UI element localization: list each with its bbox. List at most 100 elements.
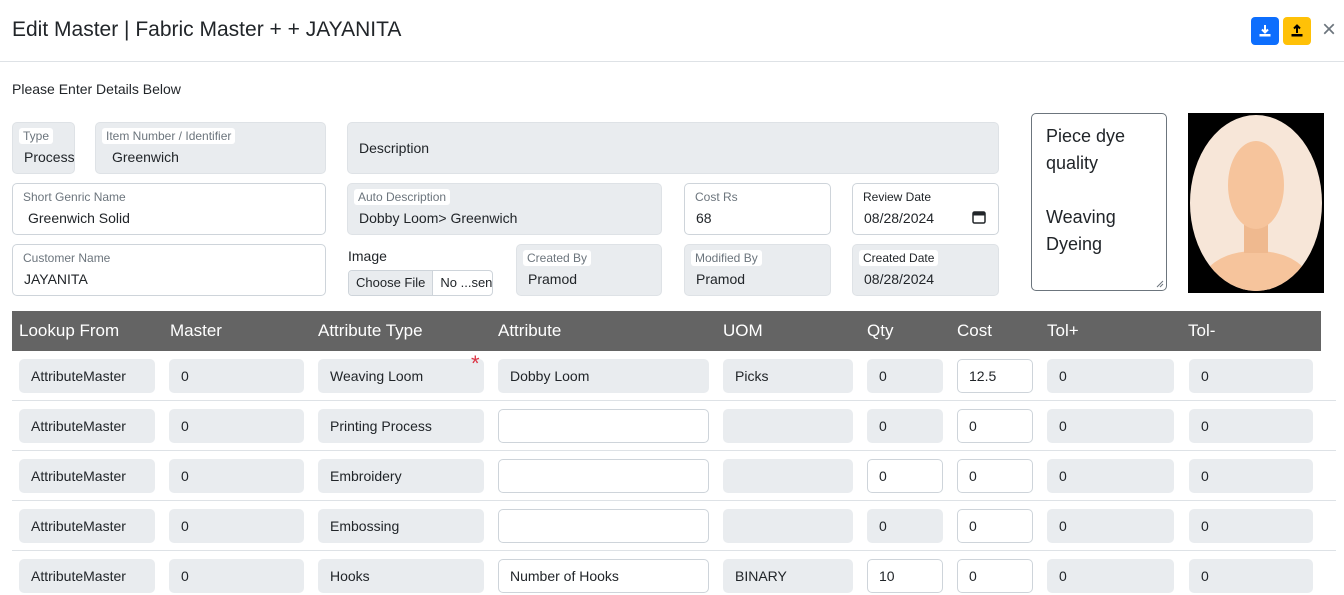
tol-plus-cell[interactable]: 0 bbox=[1047, 409, 1174, 443]
notes-line: Piece dye bbox=[1046, 126, 1126, 146]
tol-plus-cell[interactable]: 0 bbox=[1047, 509, 1174, 543]
table-row: AttributeMaster 0 Weaving Loom * Dobby L… bbox=[12, 351, 1336, 401]
image-file-input[interactable]: Choose File No ...sen bbox=[348, 270, 493, 296]
item-number-label: Item Number / Identifier bbox=[102, 128, 236, 144]
avatar-placeholder-icon bbox=[1190, 115, 1322, 291]
tol-minus-cell[interactable]: 0 bbox=[1189, 509, 1313, 543]
created-by-field[interactable]: Created By Pramod bbox=[516, 244, 662, 296]
uom-cell[interactable] bbox=[723, 409, 853, 443]
lookup-from-cell[interactable]: AttributeMaster bbox=[19, 509, 155, 543]
uom-cell[interactable] bbox=[723, 459, 853, 493]
attribute-type-cell[interactable]: Hooks bbox=[318, 559, 484, 593]
upload-button[interactable] bbox=[1283, 17, 1311, 45]
resize-handle-icon[interactable] bbox=[1155, 279, 1164, 288]
choose-file-button[interactable]: Choose File bbox=[349, 271, 434, 295]
customer-name-value: JAYANITA bbox=[24, 271, 88, 287]
notes-line bbox=[1046, 177, 1152, 204]
uom-cell[interactable]: Picks bbox=[723, 359, 853, 393]
master-cell[interactable]: 0 bbox=[169, 359, 304, 393]
created-date-field[interactable]: Created Date 08/28/2024 bbox=[852, 244, 999, 296]
notes-textarea[interactable]: Piece dye quality Weaving Dyeing bbox=[1031, 113, 1167, 291]
th-master: Master bbox=[170, 321, 222, 340]
lookup-from-cell[interactable]: AttributeMaster bbox=[19, 459, 155, 493]
qty-input[interactable]: 10 bbox=[867, 559, 943, 593]
close-icon[interactable]: × bbox=[1318, 18, 1340, 42]
attribute-type-cell[interactable]: Embossing bbox=[318, 509, 484, 543]
table-row: AttributeMaster 0 Embroidery 0 0 0 0 bbox=[12, 451, 1336, 501]
tol-minus-cell[interactable]: 0 bbox=[1189, 409, 1313, 443]
tol-minus-cell[interactable]: 0 bbox=[1189, 459, 1313, 493]
calendar-icon[interactable] bbox=[972, 210, 986, 224]
th-attribute-type: Attribute Type bbox=[318, 321, 423, 340]
cost-input[interactable]: 0 bbox=[957, 559, 1033, 593]
cost-input[interactable]: 0 bbox=[957, 509, 1033, 543]
attribute-input[interactable] bbox=[498, 459, 709, 493]
cost-value: 68 bbox=[696, 210, 712, 226]
master-cell[interactable]: 0 bbox=[169, 509, 304, 543]
customer-name-field[interactable]: Customer Name JAYANITA bbox=[12, 244, 326, 296]
attribute-type-cell[interactable]: Printing Process bbox=[318, 409, 484, 443]
uom-cell[interactable]: BINARY bbox=[723, 559, 853, 593]
short-name-value: Greenwich Solid bbox=[28, 210, 130, 226]
form-subtitle: Please Enter Details Below bbox=[12, 81, 181, 97]
qty-input[interactable]: 0 bbox=[867, 459, 943, 493]
attribute-type-cell[interactable]: Weaving Loom bbox=[318, 359, 484, 393]
auto-description-label: Auto Description bbox=[354, 189, 451, 205]
attribute-input[interactable] bbox=[498, 409, 709, 443]
lookup-from-cell[interactable]: AttributeMaster bbox=[19, 409, 155, 443]
tol-minus-cell[interactable]: 0 bbox=[1189, 559, 1313, 593]
download-icon bbox=[1259, 25, 1271, 37]
short-name-field[interactable]: Short Genric Name Greenwich Solid bbox=[12, 183, 326, 235]
tol-minus-cell[interactable]: 0 bbox=[1189, 359, 1313, 393]
description-field[interactable]: Description bbox=[347, 122, 999, 174]
th-attribute: Attribute bbox=[498, 321, 562, 340]
th-cost: Cost bbox=[957, 321, 992, 340]
type-value: Process bbox=[24, 149, 75, 165]
modified-by-field[interactable]: Modified By Pramod bbox=[684, 244, 831, 296]
lookup-from-cell[interactable]: AttributeMaster bbox=[19, 559, 155, 593]
review-date-label: Review Date bbox=[863, 190, 932, 204]
qty-cell[interactable]: 0 bbox=[867, 509, 943, 543]
customer-name-label: Customer Name bbox=[23, 251, 111, 265]
created-by-label: Created By bbox=[523, 250, 592, 266]
attribute-input[interactable] bbox=[498, 509, 709, 543]
cost-input[interactable]: 0 bbox=[957, 409, 1033, 443]
master-cell[interactable]: 0 bbox=[169, 559, 304, 593]
tol-plus-cell[interactable]: 0 bbox=[1047, 559, 1174, 593]
created-by-value: Pramod bbox=[528, 271, 578, 287]
cost-field[interactable]: Cost Rs 68 bbox=[684, 183, 831, 235]
table-row: AttributeMaster 0 Printing Process 0 0 0… bbox=[12, 401, 1336, 451]
modified-by-value: Pramod bbox=[696, 271, 746, 287]
cost-input[interactable]: 0 bbox=[957, 459, 1033, 493]
master-cell[interactable]: 0 bbox=[169, 409, 304, 443]
attribute-input[interactable]: Number of Hooks bbox=[498, 559, 709, 593]
description-label: Description bbox=[359, 140, 430, 156]
uom-cell[interactable] bbox=[723, 509, 853, 543]
item-number-value: Greenwich bbox=[112, 149, 179, 165]
attributes-table-header: Lookup From Master Attribute Type Attrib… bbox=[12, 311, 1321, 351]
image-label: Image bbox=[348, 248, 387, 264]
auto-description-field[interactable]: Auto Description Dobby Loom> Greenwich bbox=[347, 183, 662, 235]
tol-plus-cell[interactable]: 0 bbox=[1047, 359, 1174, 393]
master-cell[interactable]: 0 bbox=[169, 459, 304, 493]
auto-description-value: Dobby Loom> Greenwich bbox=[359, 210, 518, 226]
table-row: AttributeMaster 0 Embossing 0 0 0 0 bbox=[12, 501, 1336, 551]
modal-header: Edit Master | Fabric Master + + JAYANITA… bbox=[0, 0, 1344, 62]
lookup-from-cell[interactable]: AttributeMaster bbox=[19, 359, 155, 393]
item-number-field[interactable]: Item Number / Identifier Greenwich bbox=[95, 122, 326, 174]
attribute-cell[interactable]: Dobby Loom bbox=[498, 359, 709, 393]
tol-plus-cell[interactable]: 0 bbox=[1047, 459, 1174, 493]
modified-by-label: Modified By bbox=[691, 250, 762, 266]
required-marker: * bbox=[471, 351, 480, 376]
attribute-type-cell[interactable]: Embroidery bbox=[318, 459, 484, 493]
cost-input[interactable]: 12.5 bbox=[957, 359, 1033, 393]
qty-cell[interactable]: 0 bbox=[867, 409, 943, 443]
modal-title: Edit Master | Fabric Master + + JAYANITA bbox=[12, 18, 402, 41]
created-date-label: Created Date bbox=[859, 250, 939, 266]
avatar-image bbox=[1188, 113, 1324, 293]
review-date-field[interactable]: Review Date 08/28/2024 bbox=[852, 183, 999, 235]
review-date-value: 08/28/2024 bbox=[864, 210, 935, 226]
type-field[interactable]: Type Process bbox=[12, 122, 75, 174]
download-button[interactable] bbox=[1251, 17, 1279, 45]
qty-cell[interactable]: 0 bbox=[867, 359, 943, 393]
